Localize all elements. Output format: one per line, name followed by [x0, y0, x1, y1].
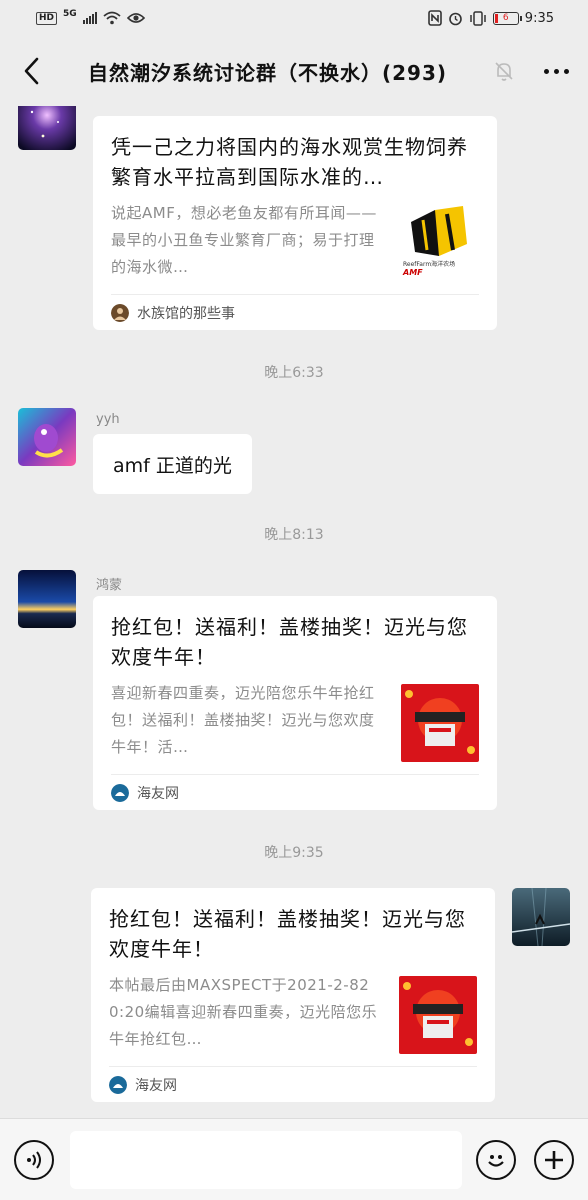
wifi-icon — [103, 11, 121, 25]
card-source: 海友网 — [111, 774, 479, 810]
sender-avatar[interactable] — [18, 570, 76, 628]
card-title: 凭一己之力将国内的海水观赏生物饲养繁育水平拉高到国际水准的… — [111, 135, 468, 189]
vibrate-icon — [470, 10, 486, 26]
voice-button[interactable] — [14, 1139, 54, 1180]
status-time: 9:35 — [524, 10, 554, 26]
card-description: 本帖最后由MAXSPECT于2021-2-820:20编辑喜迎新春四重奏，迈光陪… — [109, 976, 378, 1048]
more-functions-button[interactable] — [534, 1139, 574, 1180]
sender-avatar[interactable] — [18, 408, 76, 466]
timestamp: 晚上8:13 — [264, 527, 324, 543]
card-thumbnail — [401, 684, 479, 762]
timestamp: 晚上9:35 — [264, 845, 324, 861]
haiyou-logo-icon — [111, 783, 129, 802]
sender-name: 鸿蒙 — [96, 578, 123, 593]
card-source-name: 海友网 — [137, 785, 179, 802]
signal-icon — [82, 12, 97, 24]
network-type: 5G — [63, 9, 77, 19]
voice-icon — [27, 1150, 41, 1169]
input-bar — [0, 1118, 588, 1200]
thumb-logo: AMF — [403, 268, 423, 277]
thumb-caption: ReefFarm海洋农场 — [403, 261, 456, 268]
self-avatar[interactable] — [512, 888, 570, 946]
eye-icon — [126, 13, 145, 23]
battery-level: 6 — [502, 13, 509, 23]
back-arrow-icon — [24, 57, 39, 85]
card-thumbnail: ReefFarm海洋农场 AMF — [401, 204, 479, 282]
card-source: 海友网 — [109, 1066, 477, 1102]
haiyou-logo-icon — [109, 1075, 127, 1094]
link-card[interactable]: 抢红包！送福利！盖楼抽奖！迈光与您欢度牛年！ 喜迎新春四重奏，迈光陪您乐牛年抢红… — [93, 596, 497, 810]
sender-name: yyh — [96, 412, 120, 427]
chat-messages[interactable]: 凭一己之力将国内的海水观赏生物饲养繁育水平拉高到国际水准的… 说起AMF，想必老… — [0, 106, 588, 1118]
more-button[interactable] — [538, 56, 574, 86]
card-source-name: 海友网 — [135, 1077, 177, 1094]
hd-badge: HD — [36, 11, 58, 25]
mute-bell-icon — [495, 62, 513, 81]
back-button[interactable] — [14, 54, 48, 88]
status-left: HD 5G — [36, 9, 145, 25]
card-description: 喜迎新春四重奏，迈光陪您乐牛年抢红包！送福利！盖楼抽奖！迈光与您欢度牛年！活… — [111, 684, 375, 756]
nfc-icon — [427, 10, 442, 26]
chat-header: 自然潮汐系统讨论群（不换水）(293) — [0, 36, 588, 106]
card-source: 水族馆的那些事 — [111, 294, 479, 330]
card-body: 说起AMF，想必老鱼友都有所耳闻——最早的小丑鱼专业繁育厂商；易于打理的海水微…… — [111, 200, 479, 282]
timestamp: 晚上6:33 — [264, 365, 324, 381]
battery-icon: 6 — [492, 11, 522, 25]
more-icon — [543, 68, 569, 74]
emoji-icon — [488, 1154, 504, 1167]
status-right: 6 9:35 — [427, 10, 554, 26]
plus-icon — [545, 1150, 563, 1169]
sender-avatar[interactable] — [18, 106, 76, 150]
emoji-button[interactable] — [476, 1139, 516, 1180]
card-source-name: 水族馆的那些事 — [137, 305, 235, 322]
link-card[interactable]: 抢红包！送福利！盖楼抽奖！迈光与您欢度牛年！ 本帖最后由MAXSPECT于202… — [91, 888, 495, 1102]
link-card[interactable]: 凭一己之力将国内的海水观赏生物饲养繁育水平拉高到国际水准的… 说起AMF，想必老… — [93, 116, 497, 330]
message-input[interactable] — [70, 1130, 462, 1189]
card-description: 说起AMF，想必老鱼友都有所耳闻——最早的小丑鱼专业繁育厂商；易于打理的海水微… — [111, 204, 377, 276]
source-avatar-icon — [111, 303, 129, 322]
alarm-icon — [448, 12, 462, 25]
status-bar: HD 5G 6 9:35 — [0, 0, 588, 36]
card-body: 喜迎新春四重奏，迈光陪您乐牛年抢红包！送福利！盖楼抽奖！迈光与您欢度牛年！活… — [111, 680, 479, 762]
card-title: 抢红包！送福利！盖楼抽奖！迈光与您欢度牛年！ — [111, 615, 468, 669]
card-body: 本帖最后由MAXSPECT于2021-2-820:20编辑喜迎新春四重奏，迈光陪… — [109, 972, 477, 1054]
chat-title: 自然潮汐系统讨论群（不换水）(293) — [88, 60, 448, 85]
text-message[interactable]: amf 正道的光 — [93, 434, 252, 494]
card-title: 抢红包！送福利！盖楼抽奖！迈光与您欢度牛年！ — [109, 907, 466, 961]
card-thumbnail — [399, 976, 477, 1054]
